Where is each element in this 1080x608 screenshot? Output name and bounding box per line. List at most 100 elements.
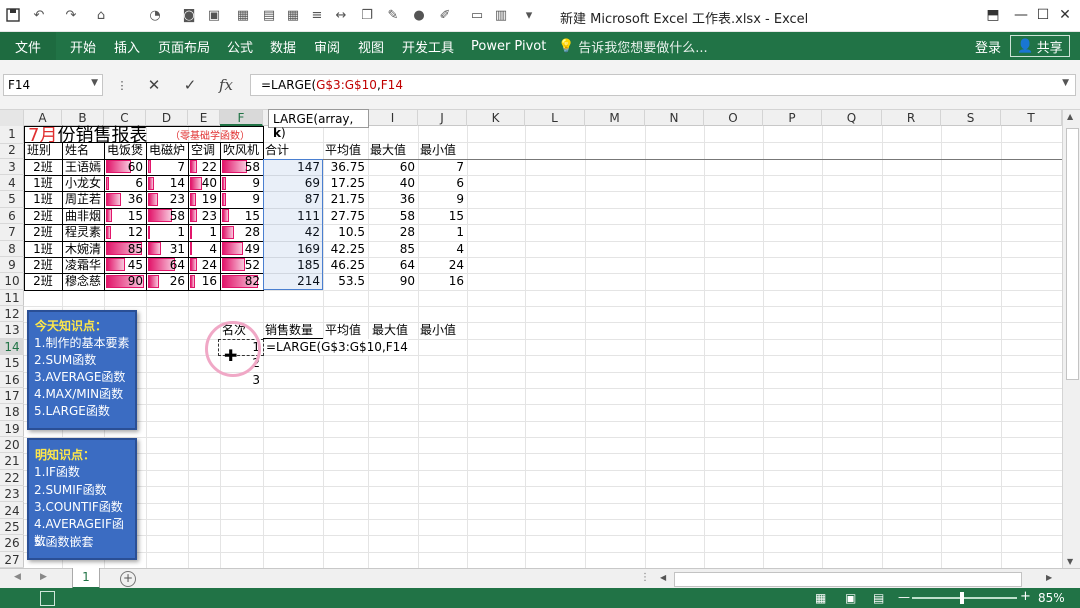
gridline bbox=[24, 322, 1062, 324]
add-sheet-icon[interactable]: + bbox=[120, 571, 136, 587]
gridline bbox=[24, 387, 1062, 389]
normal-view-icon[interactable]: ▦ bbox=[815, 591, 826, 605]
horizontal-scroll-thumb[interactable] bbox=[674, 572, 1022, 587]
panel-item: 1.IF函数 bbox=[34, 465, 80, 479]
panel-item: 2.SUM函数 bbox=[34, 353, 97, 367]
table-vline bbox=[62, 142, 63, 290]
scroll-down-icon[interactable]: ▼ bbox=[1067, 557, 1073, 566]
page-layout-view-icon[interactable]: ▣ bbox=[845, 591, 856, 605]
cell-value[interactable]: 6 bbox=[418, 175, 464, 191]
gridline bbox=[941, 126, 942, 568]
gridline bbox=[1001, 126, 1002, 568]
cell-value[interactable]: 90 bbox=[368, 273, 415, 289]
cell-value[interactable]: 4 bbox=[418, 241, 464, 257]
gridline bbox=[24, 404, 1062, 406]
panel-item: 3.COUNTIF函数 bbox=[34, 500, 123, 514]
tab-split-handle[interactable]: ⋮ bbox=[640, 572, 650, 583]
header-7: 平均值 bbox=[325, 143, 362, 158]
cell-value[interactable]: 36 bbox=[368, 191, 415, 207]
table-vline bbox=[220, 142, 221, 290]
cell-value[interactable]: 21.75 bbox=[323, 191, 365, 207]
knowledge-panel-today: 今天知识点： 1.制作的基本要素 2.SUM函数 3.AVERAGE函数 4.M… bbox=[27, 310, 137, 430]
zoom-in-icon[interactable]: + bbox=[1020, 589, 1031, 604]
cell-value[interactable]: 10.5 bbox=[323, 224, 365, 240]
zoom-slider[interactable] bbox=[912, 597, 1017, 599]
sheet-tab-1[interactable]: 1 bbox=[72, 568, 100, 589]
cell-value[interactable]: 16 bbox=[418, 273, 464, 289]
worksheet-grid[interactable]: 7月份销售报表 （零基础学函数） 班别 姓名 电饭煲 电磁炉 空调 吹风机 合计 平均值 最大值 最小… bbox=[0, 0, 1062, 569]
gridline bbox=[24, 306, 1062, 308]
cell-value[interactable]: 7 bbox=[418, 159, 464, 175]
cell-value[interactable]: 9 bbox=[418, 191, 464, 207]
cell-value[interactable]: 27.75 bbox=[323, 208, 365, 224]
table-vline bbox=[104, 142, 105, 290]
cell-value[interactable]: 28 bbox=[368, 224, 415, 240]
vertical-scrollbar[interactable]: ▲ ▼ bbox=[1062, 110, 1080, 568]
gridline bbox=[704, 126, 705, 568]
cell-editing-formula[interactable]: =LARGE(G$3:G$10,F14 bbox=[266, 338, 408, 355]
rank-header-min: 最小值 bbox=[420, 323, 457, 338]
gridline bbox=[882, 126, 883, 568]
gridline bbox=[24, 551, 1062, 553]
gridline bbox=[24, 420, 1062, 422]
header-8: 最大值 bbox=[370, 143, 407, 158]
sheet-tab-bar: ◀ ▶ 1 + ⋮ ◀ ▶ bbox=[0, 568, 1080, 589]
cell-value[interactable]: 85 bbox=[368, 241, 415, 257]
table-hline bbox=[24, 158, 263, 160]
tooltip-close: ) bbox=[280, 126, 286, 140]
panel-item: 3.AVERAGE函数 bbox=[34, 370, 126, 384]
gridline bbox=[763, 126, 764, 568]
cell-value[interactable]: 36.75 bbox=[323, 159, 365, 175]
page-break-view-icon[interactable]: ▤ bbox=[873, 591, 884, 605]
panel-title: 明知识点： bbox=[35, 448, 96, 462]
table-hline bbox=[24, 191, 263, 193]
table-hline bbox=[24, 142, 263, 144]
table-hline bbox=[24, 224, 263, 226]
gridline bbox=[585, 126, 586, 568]
scroll-thumb[interactable] bbox=[1066, 128, 1079, 380]
scroll-up-icon[interactable]: ▲ bbox=[1067, 112, 1073, 121]
cell-value[interactable]: 40 bbox=[368, 175, 415, 191]
knowledge-panel-tomorrow: 明知识点： 1.IF函数 2.SUMIF函数 3.COUNTIF函数 4.AVE… bbox=[27, 438, 137, 560]
gridline bbox=[24, 518, 1062, 520]
panel-item: 2.SUMIF函数 bbox=[34, 483, 107, 497]
tooltip-text: LARGE(array, bbox=[273, 112, 354, 126]
status-bar: ▦ ▣ ▤ — + 85% bbox=[0, 588, 1080, 608]
cell-value[interactable]: 15 bbox=[418, 208, 464, 224]
panel-item: 5.函数嵌套 bbox=[34, 535, 94, 549]
next-sheet-icon[interactable]: ▶ bbox=[40, 572, 47, 582]
panel-item: 4.MAX/MIN函数 bbox=[34, 387, 124, 401]
gridline bbox=[24, 338, 1062, 340]
gridline bbox=[24, 371, 1062, 373]
hscroll-left-icon[interactable]: ◀ bbox=[660, 573, 666, 582]
header-9: 最小值 bbox=[420, 143, 457, 158]
zoom-level[interactable]: 85% bbox=[1038, 591, 1065, 605]
cell-value[interactable]: 24 bbox=[418, 257, 464, 273]
cell-value[interactable]: 58 bbox=[368, 208, 415, 224]
cell-value[interactable]: 64 bbox=[368, 257, 415, 273]
cell-value[interactable]: 42.25 bbox=[323, 241, 365, 257]
rank-header-avg: 平均值 bbox=[325, 323, 362, 338]
cell-value[interactable]: 60 bbox=[368, 159, 415, 175]
cell-value[interactable]: 53.5 bbox=[323, 273, 365, 289]
cell-value[interactable]: 1 bbox=[418, 224, 464, 240]
zoom-slider-thumb[interactable] bbox=[960, 592, 964, 604]
macro-record-icon[interactable] bbox=[40, 591, 55, 606]
hscroll-right-icon[interactable]: ▶ bbox=[1046, 573, 1052, 582]
cursor-cross-icon: ✚ bbox=[224, 346, 238, 365]
rank-header-sales: 销售数量 bbox=[265, 323, 314, 338]
gridline bbox=[24, 469, 1062, 471]
gridline bbox=[24, 437, 1062, 439]
table-vline bbox=[146, 142, 147, 290]
gridline bbox=[24, 453, 1062, 455]
cell-value[interactable]: 46.25 bbox=[323, 257, 365, 273]
cell-value[interactable]: 17.25 bbox=[323, 175, 365, 191]
expand-formula-icon[interactable]: ▼ bbox=[1062, 78, 1069, 88]
prev-sheet-icon[interactable]: ◀ bbox=[14, 572, 21, 582]
table-hline bbox=[24, 273, 263, 275]
panel-title: 今天知识点： bbox=[35, 319, 108, 333]
header-6: 合计 bbox=[265, 143, 290, 158]
table-hline bbox=[24, 256, 263, 258]
gridline bbox=[467, 126, 468, 568]
zoom-out-icon[interactable]: — bbox=[898, 590, 910, 604]
